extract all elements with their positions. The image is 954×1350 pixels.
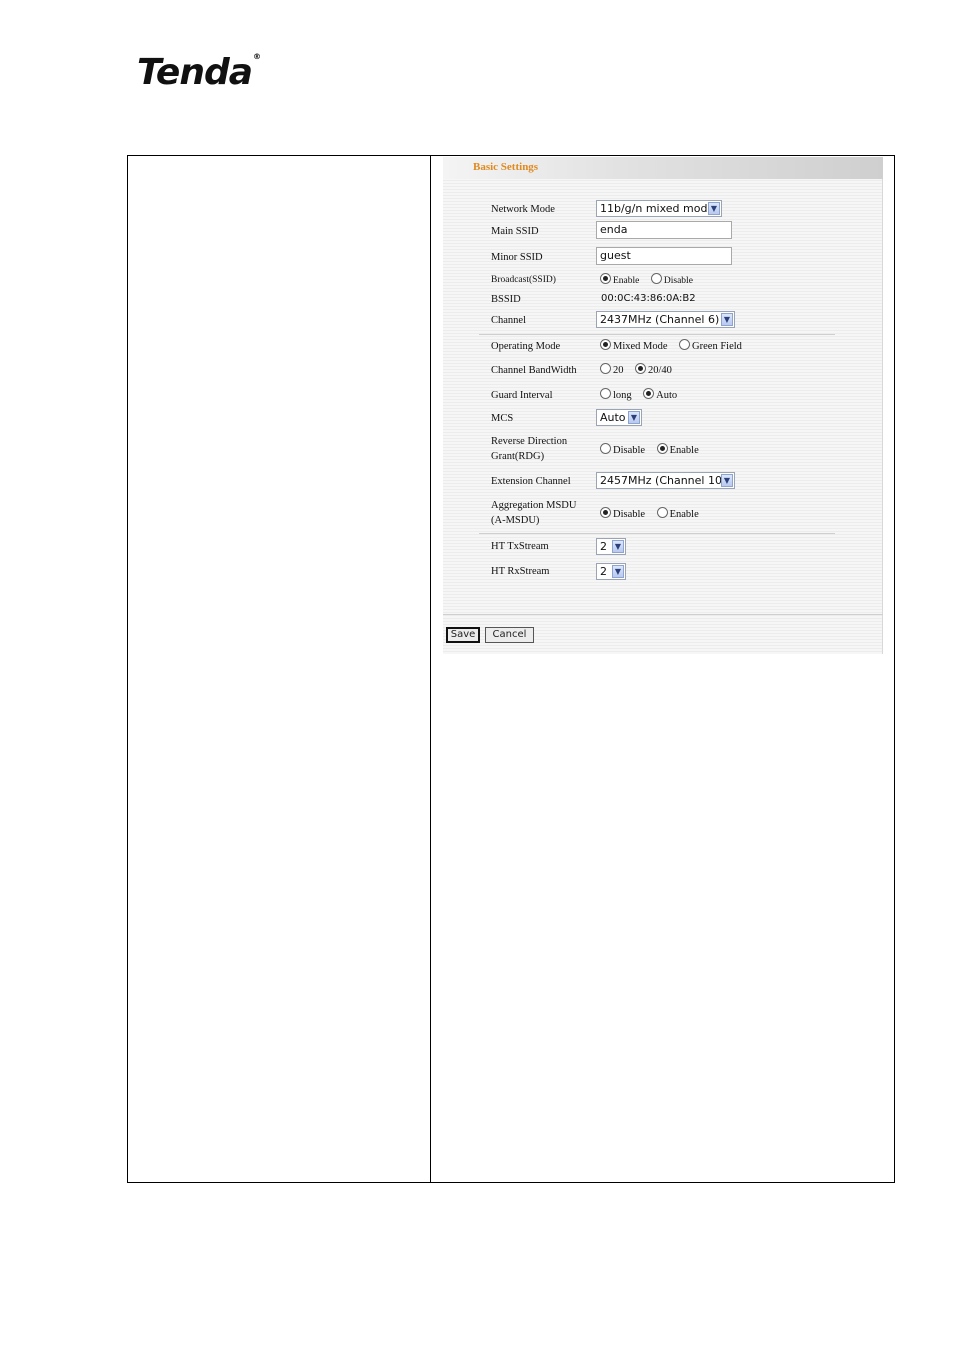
ht-txstream-label: HT TxStream: [491, 541, 549, 552]
channel-value: 2437MHz (Channel 6): [600, 313, 720, 326]
extension-channel-select[interactable]: 2457MHz (Channel 10) ▼: [596, 472, 735, 489]
bandwidth-20-40-radio[interactable]: [635, 363, 646, 374]
chevron-down-icon: ▼: [612, 565, 624, 578]
broadcast-enable-label: Enable: [613, 276, 640, 286]
operating-mode-options: Mixed Mode Green Field: [600, 339, 750, 352]
green-field-label: Green Field: [692, 341, 742, 352]
bssid-value: 00:0C:43:86:0A:B2: [601, 293, 696, 304]
amsdu-disable-radio[interactable]: [600, 507, 611, 518]
amsdu-label-line2: (A-MSDU): [491, 515, 540, 526]
amsdu-options: Disable Enable: [600, 507, 707, 520]
chevron-down-icon: ▼: [612, 540, 624, 553]
rdg-enable-radio[interactable]: [656, 443, 668, 454]
bandwidth-20-radio[interactable]: [600, 363, 611, 374]
channel-bandwidth-label: Channel BandWidth: [491, 365, 577, 376]
panel-title: Basic Settings: [473, 161, 539, 173]
channel-select[interactable]: 2437MHz (Channel 6) ▼: [596, 311, 735, 328]
mcs-value: Auto: [600, 411, 626, 424]
rdg-label-line2: Grant(RDG): [491, 451, 545, 462]
bandwidth-20-label: 20: [613, 365, 624, 376]
panel-header: Basic Settings: [443, 157, 883, 179]
rdg-label: Reverse Direction Grant(RDG): [491, 434, 567, 464]
minor-ssid-label: Minor SSID: [491, 252, 543, 263]
bandwidth-20-40-label: 20/40: [648, 365, 672, 376]
amsdu-disable-label: Disable: [613, 509, 646, 520]
cancel-button[interactable]: Cancel: [485, 627, 534, 643]
network-mode-value: 11b/g/n mixed mode: [600, 202, 715, 215]
ht-rxstream-value: 2: [600, 565, 607, 578]
rdg-disable-label: Disable: [613, 445, 646, 456]
broadcast-disable-label: Disable: [663, 276, 693, 286]
network-mode-select[interactable]: 11b/g/n mixed mode ▼: [596, 200, 722, 217]
mixed-mode-radio[interactable]: [600, 339, 611, 350]
main-ssid-input[interactable]: enda: [596, 221, 732, 239]
chevron-down-icon: ▼: [721, 313, 733, 326]
tenda-logo: Tenda®: [137, 52, 261, 93]
mixed-mode-label: Mixed Mode: [613, 341, 668, 352]
broadcast-enable-radio[interactable]: [600, 273, 611, 284]
green-field-radio[interactable]: [679, 339, 691, 350]
guard-auto-radio[interactable]: [643, 388, 655, 399]
rdg-disable-radio[interactable]: [600, 443, 611, 454]
extension-channel-value: 2457MHz (Channel 10): [600, 474, 727, 487]
amsdu-label: Aggregation MSDU (A-MSDU): [491, 498, 576, 528]
guard-long-radio[interactable]: [600, 388, 611, 399]
basic-settings-panel: Basic Settings Network Mode 11b/g/n mixe…: [443, 157, 883, 654]
ht-rxstream-label: HT RxStream: [491, 566, 550, 577]
bssid-label: BSSID: [491, 294, 521, 305]
section-divider: [479, 334, 835, 335]
ht-txstream-value: 2: [600, 540, 607, 553]
guard-long-label: long: [613, 390, 632, 401]
mcs-label: MCS: [491, 413, 514, 424]
footer-divider: [443, 614, 883, 615]
amsdu-enable-radio[interactable]: [656, 507, 668, 518]
broadcast-ssid-label: Broadcast(SSID): [491, 275, 556, 285]
guard-auto-label: Auto: [656, 390, 678, 401]
rdg-label-line1: Reverse Direction: [491, 436, 568, 447]
ht-rxstream-select[interactable]: 2 ▼: [596, 563, 626, 580]
table-column-divider: [430, 156, 431, 1182]
rdg-enable-label: Enable: [669, 445, 699, 456]
main-ssid-label: Main SSID: [491, 226, 539, 237]
chevron-down-icon: ▼: [708, 202, 720, 215]
chevron-down-icon: ▼: [628, 411, 640, 424]
guard-interval-label: Guard Interval: [491, 390, 553, 401]
minor-ssid-input[interactable]: guest: [596, 247, 732, 265]
chevron-down-icon: ▼: [721, 474, 733, 487]
ht-txstream-select[interactable]: 2 ▼: [596, 538, 626, 555]
rdg-options: Disable Enable: [600, 443, 707, 456]
broadcast-ssid-options: Enable Disable: [600, 273, 701, 286]
section-divider: [479, 533, 835, 534]
channel-bandwidth-options: 20 20/40: [600, 363, 680, 376]
channel-label: Channel: [491, 315, 526, 326]
extension-channel-label: Extension Channel: [491, 476, 571, 487]
broadcast-disable-radio[interactable]: [650, 273, 662, 284]
amsdu-enable-label: Enable: [669, 509, 699, 520]
operating-mode-label: Operating Mode: [491, 341, 561, 352]
network-mode-label: Network Mode: [491, 204, 555, 215]
mcs-select[interactable]: Auto ▼: [596, 409, 642, 426]
amsdu-label-line1: Aggregation MSDU: [491, 500, 577, 511]
save-button[interactable]: Save: [446, 627, 480, 643]
guard-interval-options: long Auto: [600, 388, 685, 401]
